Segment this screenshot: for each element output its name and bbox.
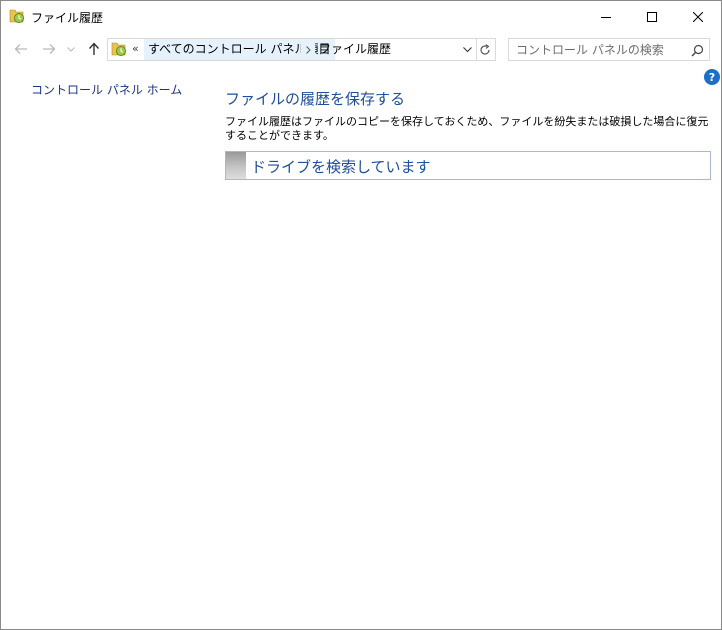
recent-locations-button[interactable] [64, 39, 78, 59]
breadcrumb-file-history[interactable]: ファイル履歴 [315, 39, 395, 60]
search-input[interactable] [509, 39, 686, 60]
close-icon [693, 11, 703, 22]
maximize-icon [647, 11, 657, 22]
window-title: ファイル履歴 [31, 11, 104, 25]
help-icon: ? [708, 70, 716, 84]
back-button[interactable] [11, 39, 31, 59]
forward-arrow-icon [43, 44, 56, 54]
chevron-down-icon [462, 46, 472, 52]
back-arrow-icon [14, 44, 27, 54]
page-title: ファイルの履歴を保存する [225, 90, 406, 108]
search-box[interactable] [508, 38, 710, 61]
chevron-right-icon [305, 45, 311, 54]
refresh-icon [480, 43, 490, 55]
maximize-button[interactable] [629, 1, 675, 32]
search-icon[interactable] [689, 42, 705, 58]
up-arrow-icon [88, 42, 100, 55]
breadcrumb-separator-button[interactable] [301, 39, 315, 60]
page-description: ファイル履歴はファイルのコピーを保存しておくため、ファイルを紛失または破損した場… [225, 115, 709, 142]
breadcrumb-overflow-button[interactable]: « [132, 42, 139, 55]
chevron-down-icon [67, 46, 75, 52]
minimize-icon [601, 16, 611, 18]
help-button[interactable]: ? [704, 69, 720, 85]
navigation-bar: « すべてのコントロール パネル項目 ファイル履歴 [1, 32, 721, 66]
address-dropdown-button[interactable] [458, 39, 476, 60]
refresh-button[interactable] [475, 38, 496, 61]
title-bar[interactable]: ファイル履歴 [1, 1, 721, 32]
forward-button[interactable] [39, 39, 59, 59]
drive-icon [226, 152, 246, 179]
file-history-icon [111, 41, 127, 57]
control-panel-home-link[interactable]: コントロール パネル ホーム [31, 81, 182, 98]
drive-search-status-panel: ドライブを検索しています [225, 151, 711, 180]
file-history-icon [9, 8, 25, 24]
up-button[interactable] [84, 39, 104, 59]
address-bar[interactable]: « すべてのコントロール パネル項目 ファイル履歴 [107, 38, 477, 61]
minimize-button[interactable] [583, 1, 629, 32]
file-history-window: ファイル履歴 « すべてのコントロール パネル項目 ファイル履歴 コントロール … [0, 0, 722, 630]
close-button[interactable] [675, 1, 721, 32]
drive-search-status: ドライブを検索しています [251, 158, 431, 176]
